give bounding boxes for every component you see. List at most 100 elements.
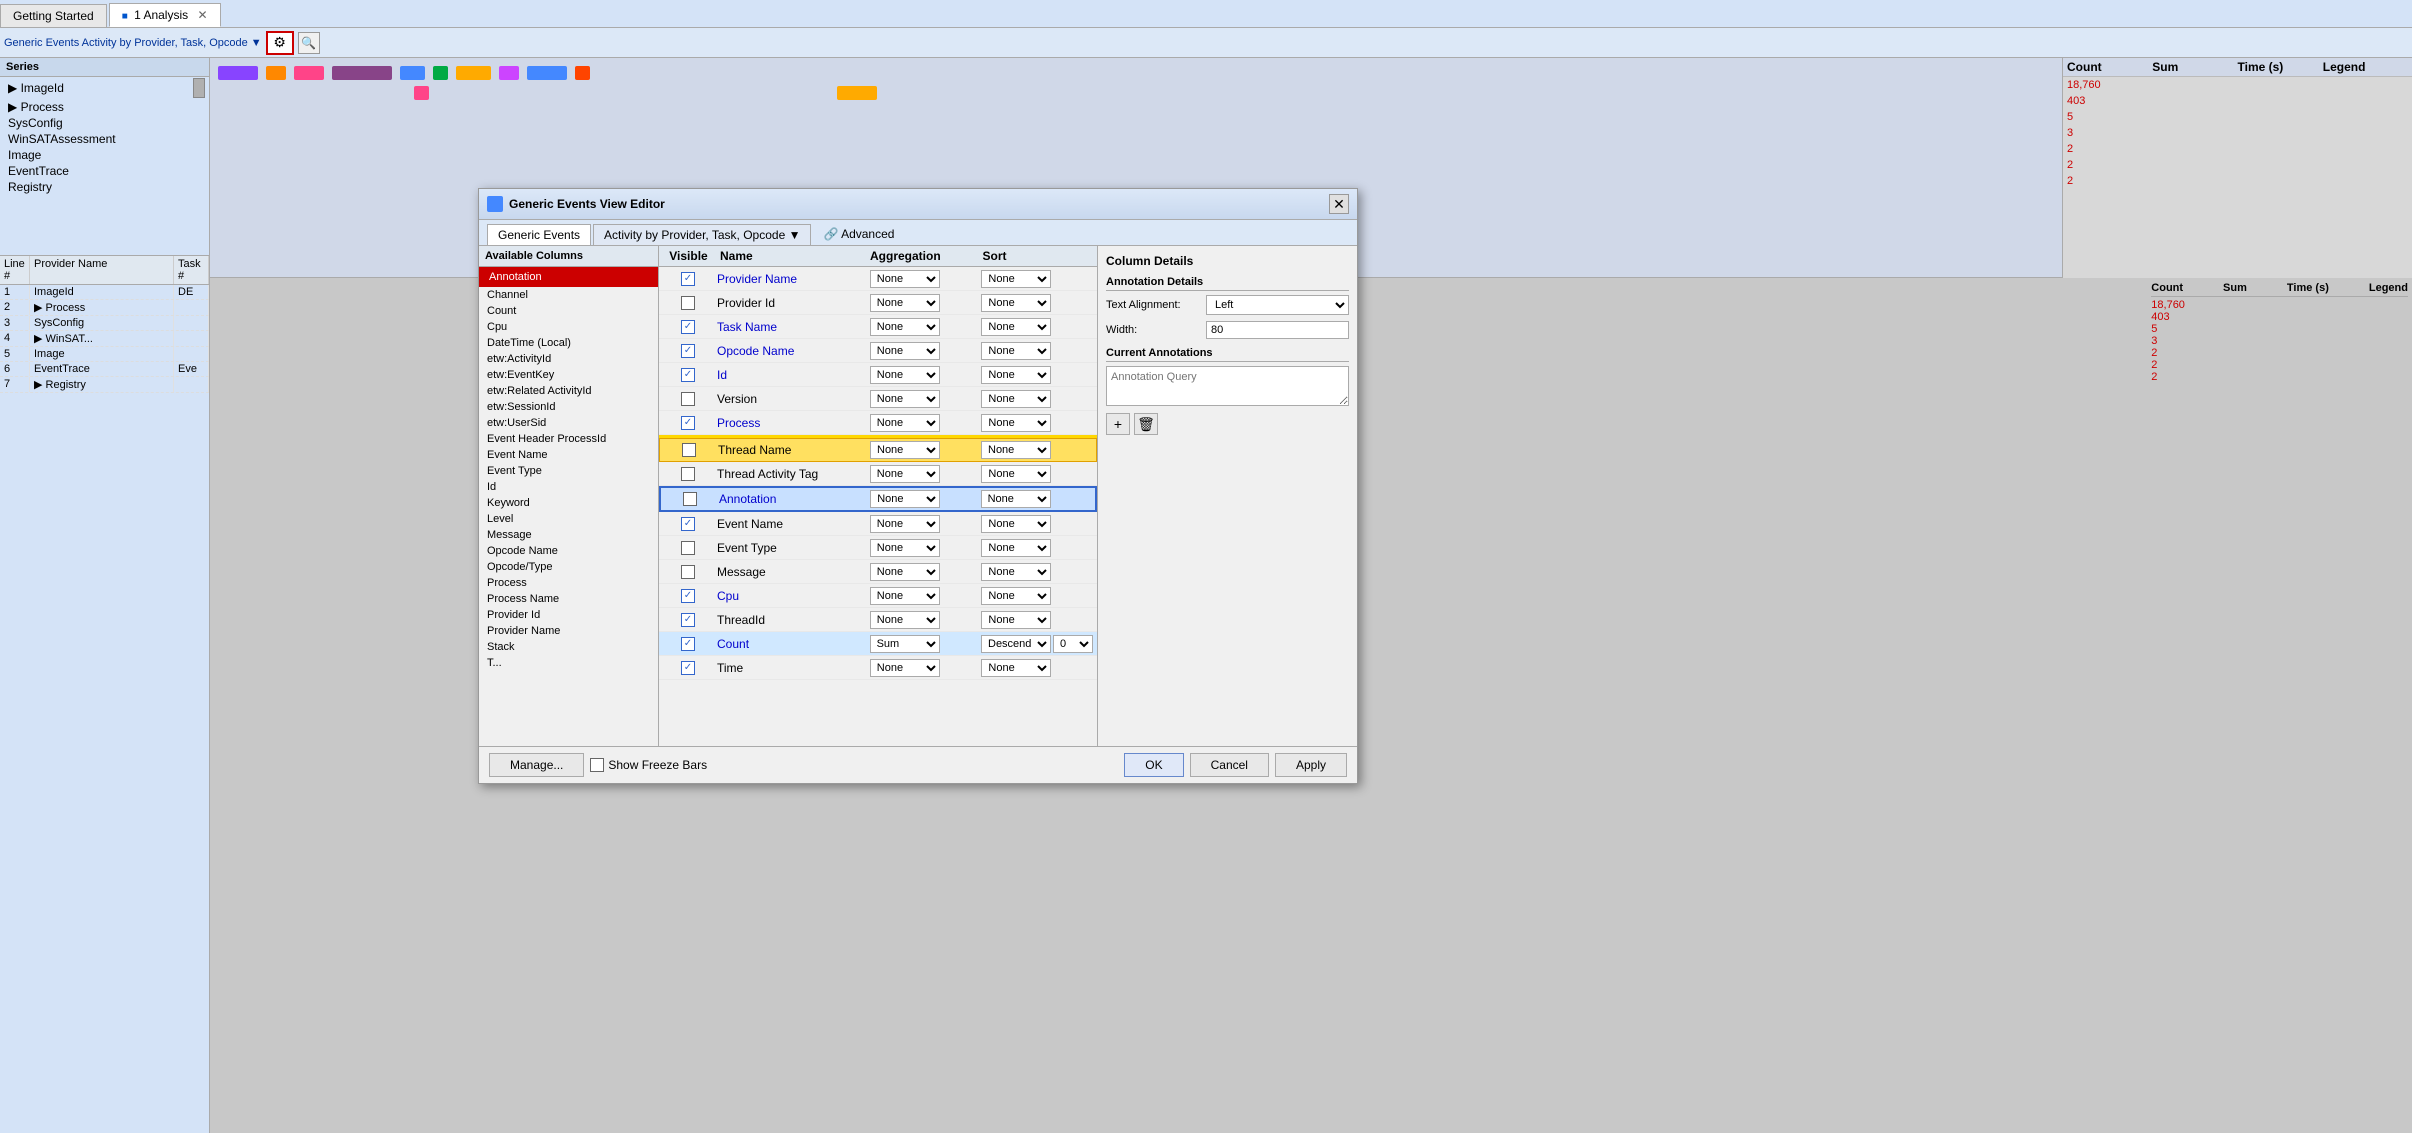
sort-provider-name[interactable]: None — [981, 270, 1051, 288]
avail-item-id[interactable]: Id — [479, 479, 658, 495]
agg-opcode-name[interactable]: None — [870, 342, 940, 360]
agg-provider-id[interactable]: None — [870, 294, 940, 312]
avail-item-activityid[interactable]: etw:ActivityId — [479, 351, 658, 367]
sort-annotation[interactable]: None — [981, 490, 1051, 508]
sort-cpu[interactable]: None — [981, 587, 1051, 605]
avail-item-usersid[interactable]: etw:UserSid — [479, 415, 658, 431]
avail-item-datetime[interactable]: DateTime (Local) — [479, 335, 658, 351]
agg-message[interactable]: None — [870, 563, 940, 581]
agg-thread-name[interactable]: None — [870, 441, 940, 459]
avail-item-event-name[interactable]: Event Name — [479, 447, 658, 463]
checkbox-thread-activity-tag[interactable] — [681, 467, 695, 481]
avail-item-process-name[interactable]: Process Name — [479, 591, 658, 607]
avail-item-stack[interactable]: Stack — [479, 639, 658, 655]
avail-item-provider-id[interactable]: Provider Id — [479, 607, 658, 623]
checkbox-task-name[interactable] — [681, 320, 695, 334]
sort-event-type[interactable]: None — [981, 539, 1051, 557]
show-freeze-bars-checkbox[interactable] — [590, 758, 604, 772]
checkbox-opcode-name[interactable] — [681, 344, 695, 358]
text-alignment-select[interactable]: Left Center Right — [1206, 295, 1349, 315]
avail-item-message[interactable]: Message — [479, 527, 658, 543]
agg-event-type[interactable]: None — [870, 539, 940, 557]
sidebar-item-sysconfig[interactable]: SysConfig — [0, 115, 209, 131]
checkbox-provider-name[interactable] — [681, 272, 695, 286]
checkbox-id[interactable] — [681, 368, 695, 382]
sidebar-item-winsatassessment[interactable]: WinSATAssessment — [0, 131, 209, 147]
checkbox-annotation[interactable] — [683, 492, 697, 506]
sort-count-direction[interactable]: Descending Ascending None — [981, 635, 1051, 653]
sort-process[interactable]: None — [981, 414, 1051, 432]
sort-time[interactable]: None — [981, 659, 1051, 677]
agg-version[interactable]: None — [870, 390, 940, 408]
agg-task-name[interactable]: None — [870, 318, 940, 336]
cancel-button[interactable]: Cancel — [1190, 753, 1269, 777]
avail-item-opcode-type[interactable]: Opcode/Type — [479, 559, 658, 575]
agg-process[interactable]: None — [870, 414, 940, 432]
avail-item-count[interactable]: Count — [479, 303, 658, 319]
checkbox-process[interactable] — [681, 416, 695, 430]
checkbox-message[interactable] — [681, 565, 695, 579]
avail-item-event-type[interactable]: Event Type — [479, 463, 658, 479]
checkbox-time[interactable] — [681, 661, 695, 675]
sort-message[interactable]: None — [981, 563, 1051, 581]
agg-count[interactable]: Sum None — [870, 635, 940, 653]
checkbox-version[interactable] — [681, 392, 695, 406]
agg-id[interactable]: None — [870, 366, 940, 384]
tab-getting-started[interactable]: Getting Started — [0, 4, 107, 27]
ok-button[interactable]: OK — [1124, 753, 1183, 777]
search-button[interactable]: 🔍 — [298, 32, 320, 54]
sidebar-item-eventtrace[interactable]: EventTrace — [0, 163, 209, 179]
modal-close-button[interactable]: ✕ — [1329, 194, 1349, 214]
checkbox-thread-name[interactable] — [682, 443, 696, 457]
agg-thread-activity-tag[interactable]: None — [870, 465, 940, 483]
avail-item-eventkey[interactable]: etw:EventKey — [479, 367, 658, 383]
avail-item-provider-name[interactable]: Provider Name — [479, 623, 658, 639]
agg-event-name[interactable]: None — [870, 515, 940, 533]
agg-time[interactable]: None — [870, 659, 940, 677]
sort-thread-name[interactable]: None — [981, 441, 1051, 459]
avail-item-keyword[interactable]: Keyword — [479, 495, 658, 511]
avail-item-related-activityid[interactable]: etw:Related ActivityId — [479, 383, 658, 399]
add-annotation-button[interactable]: + — [1106, 413, 1130, 435]
modal-tab-activity[interactable]: Activity by Provider, Task, Opcode ▼ — [593, 224, 811, 245]
avail-item-annotation[interactable]: Annotation — [479, 267, 658, 287]
sidebar-scroll-thumb[interactable] — [193, 78, 205, 98]
avail-item-header-processid[interactable]: Event Header ProcessId — [479, 431, 658, 447]
annotation-query-textarea[interactable] — [1106, 366, 1349, 406]
checkbox-event-type[interactable] — [681, 541, 695, 555]
avail-item-opcode-name[interactable]: Opcode Name — [479, 543, 658, 559]
avail-item-channel[interactable]: Channel — [479, 287, 658, 303]
sort-threadid[interactable]: None — [981, 611, 1051, 629]
remove-annotation-button[interactable]: 🗑 — [1134, 413, 1158, 435]
modal-tab-generic-events[interactable]: Generic Events — [487, 224, 591, 245]
sort-provider-id[interactable]: None — [981, 294, 1051, 312]
checkbox-provider-id[interactable] — [681, 296, 695, 310]
avail-item-t[interactable]: T... — [479, 655, 658, 671]
avail-item-sessionid[interactable]: etw:SessionId — [479, 399, 658, 415]
modal-tab-advanced[interactable]: 🔗 Advanced — [813, 224, 904, 245]
settings-button[interactable]: ⚙ — [266, 31, 294, 55]
checkbox-cpu[interactable] — [681, 589, 695, 603]
agg-provider-name[interactable]: None — [870, 270, 940, 288]
checkbox-event-name[interactable] — [681, 517, 695, 531]
sidebar-item-image[interactable]: Image — [0, 147, 209, 163]
sidebar-item-imageid[interactable]: ▶ ImageId — [0, 77, 209, 99]
tab-analysis[interactable]: ■ 1 Analysis ✕ — [109, 3, 221, 27]
agg-cpu[interactable]: None — [870, 587, 940, 605]
agg-threadid[interactable]: None — [870, 611, 940, 629]
checkbox-count[interactable] — [681, 637, 695, 651]
sidebar-item-registry[interactable]: Registry — [0, 179, 209, 195]
sort-task-name[interactable]: None — [981, 318, 1051, 336]
sort-thread-activity-tag[interactable]: None — [981, 465, 1051, 483]
manage-button[interactable]: Manage... — [489, 753, 584, 777]
agg-annotation[interactable]: None — [870, 490, 940, 508]
sort-opcode-name[interactable]: None — [981, 342, 1051, 360]
checkbox-threadid[interactable] — [681, 613, 695, 627]
avail-item-level[interactable]: Level — [479, 511, 658, 527]
sort-event-name[interactable]: None — [981, 515, 1051, 533]
sidebar-item-process[interactable]: ▶ Process — [0, 99, 209, 115]
sort-id[interactable]: None — [981, 366, 1051, 384]
avail-item-cpu[interactable]: Cpu — [479, 319, 658, 335]
tab-close-icon[interactable]: ✕ — [197, 8, 207, 22]
sort-version[interactable]: None — [981, 390, 1051, 408]
